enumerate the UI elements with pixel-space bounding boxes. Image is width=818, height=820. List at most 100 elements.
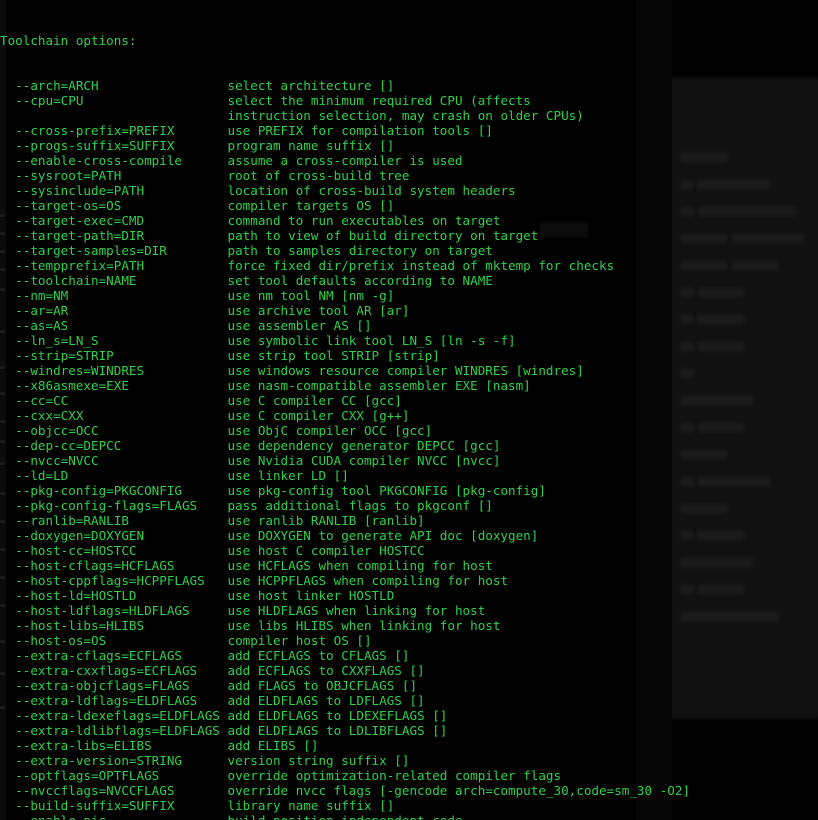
column-padding — [174, 558, 227, 573]
option-description: use PREFIX for compilation tools [] — [227, 123, 493, 138]
option-description: build position-independent code — [228, 813, 463, 820]
obscured-region — [540, 222, 588, 237]
option-name: --cross-prefix=PREFIX — [15, 123, 175, 138]
terminal-output[interactable]: Toolchain options: --arch=ARCH select ar… — [0, 0, 818, 820]
option-name: --host-os=OS — [15, 633, 107, 648]
option-line: --cxx=CXX use C compiler CXX [g++] — [0, 408, 818, 423]
option-description: instruction selection, may crash on olde… — [227, 108, 584, 123]
option-name: --nm=NM — [15, 288, 69, 303]
option-line: --cross-prefix=PREFIX use PREFIX for com… — [0, 123, 818, 138]
column-padding — [129, 378, 228, 393]
column-padding — [197, 693, 227, 708]
option-description: select the minimum required CPU (affects — [227, 93, 531, 108]
column-padding — [182, 483, 228, 498]
column-padding — [144, 618, 227, 633]
column-padding — [68, 288, 227, 303]
column-padding — [15, 108, 227, 123]
option-description: override nvcc flags [-gencode arch=compu… — [227, 783, 690, 798]
column-padding — [68, 303, 227, 318]
option-name: --extra-version=STRING — [15, 753, 182, 768]
option-line: --extra-ldflags=ELDFLAGS add ELDFLAGS to… — [0, 693, 818, 708]
option-name: --sysinclude=PATH — [15, 183, 145, 198]
column-padding — [182, 648, 228, 663]
option-line: --progs-suffix=SUFFIX program name suffi… — [0, 138, 818, 153]
option-name: --target-os=OS — [15, 198, 122, 213]
option-description: use ranlib RANLIB [ranlib] — [227, 513, 425, 528]
option-description: compiler targets OS [] — [227, 198, 395, 213]
column-padding — [174, 138, 227, 153]
option-name: --host-ldflags=HLDFLAGS — [15, 603, 190, 618]
option-description: command to run executables on target — [227, 213, 501, 228]
option-name: --sysroot=PATH — [15, 168, 122, 183]
option-line: --host-cflags=HCFLAGS use HCFLAGS when c… — [0, 558, 818, 573]
option-line: --tempprefix=PATH force fixed dir/prefix… — [0, 258, 818, 273]
column-padding — [159, 768, 227, 783]
option-description: compiler host OS [] — [227, 633, 372, 648]
column-padding — [99, 423, 228, 438]
option-name: --extra-cflags=ECFLAGS — [15, 648, 182, 663]
column-padding — [106, 633, 227, 648]
option-description: use assembler AS [] — [227, 318, 372, 333]
column-padding — [144, 528, 227, 543]
option-name: --extra-libs=ELIBS — [15, 738, 152, 753]
option-line: --ld=LD use linker LD [] — [0, 468, 818, 483]
option-description: add ELIBS [] — [227, 738, 319, 753]
option-name: --objcc=OCC — [15, 423, 99, 438]
column-padding — [106, 813, 227, 820]
option-line: --extra-ldexeflags=ELDFLAGS add ELDFLAGS… — [0, 708, 818, 723]
option-description: use linker LD [] — [227, 468, 349, 483]
option-description: use HCPPFLAGS when compiling for host — [227, 573, 509, 588]
option-description: location of cross-build system headers — [227, 183, 516, 198]
option-description: use nasm-compatible assembler EXE [nasm] — [227, 378, 531, 393]
option-description: use symbolic link tool LN_S [ln -s -f] — [227, 333, 516, 348]
option-line: --host-os=OS compiler host OS [] — [0, 633, 818, 648]
option-line: --sysroot=PATH root of cross-build tree — [0, 168, 818, 183]
option-name: --cpu=CPU — [15, 93, 84, 108]
column-padding — [99, 78, 228, 93]
column-padding — [121, 438, 227, 453]
option-name: --host-cppflags=HCPPFLAGS — [15, 573, 205, 588]
option-name: --arch=ARCH — [15, 78, 99, 93]
column-padding — [174, 783, 227, 798]
option-line: --nvccflags=NVCCFLAGS override nvcc flag… — [0, 783, 818, 798]
option-line: --toolchain=NAME set tool defaults accor… — [0, 273, 818, 288]
column-padding — [129, 513, 228, 528]
option-name: --host-ld=HOSTLD — [15, 588, 137, 603]
option-name: --strip=STRIP — [15, 348, 114, 363]
option-name: --enable-pic — [15, 813, 106, 820]
option-description: override optimization-related compiler f… — [227, 768, 562, 783]
column-padding — [144, 213, 227, 228]
option-description: assume a cross-compiler is used — [227, 153, 463, 168]
option-description: use pkg-config tool PKGCONFIG [pkg-confi… — [227, 483, 546, 498]
column-padding — [144, 183, 227, 198]
option-description: use C compiler CC [gcc] — [227, 393, 402, 408]
option-description: program name suffix [] — [227, 138, 395, 153]
option-description: path to samples directory on target — [227, 243, 493, 258]
column-padding — [167, 243, 228, 258]
column-padding — [83, 93, 227, 108]
column-padding — [68, 393, 227, 408]
option-description: add ECFLAGS to CXXFLAGS [] — [227, 663, 425, 678]
option-line: --host-ldflags=HLDFLAGS use HLDFLAGS whe… — [0, 603, 818, 618]
option-name: --x86asmexe=EXE — [15, 378, 129, 393]
